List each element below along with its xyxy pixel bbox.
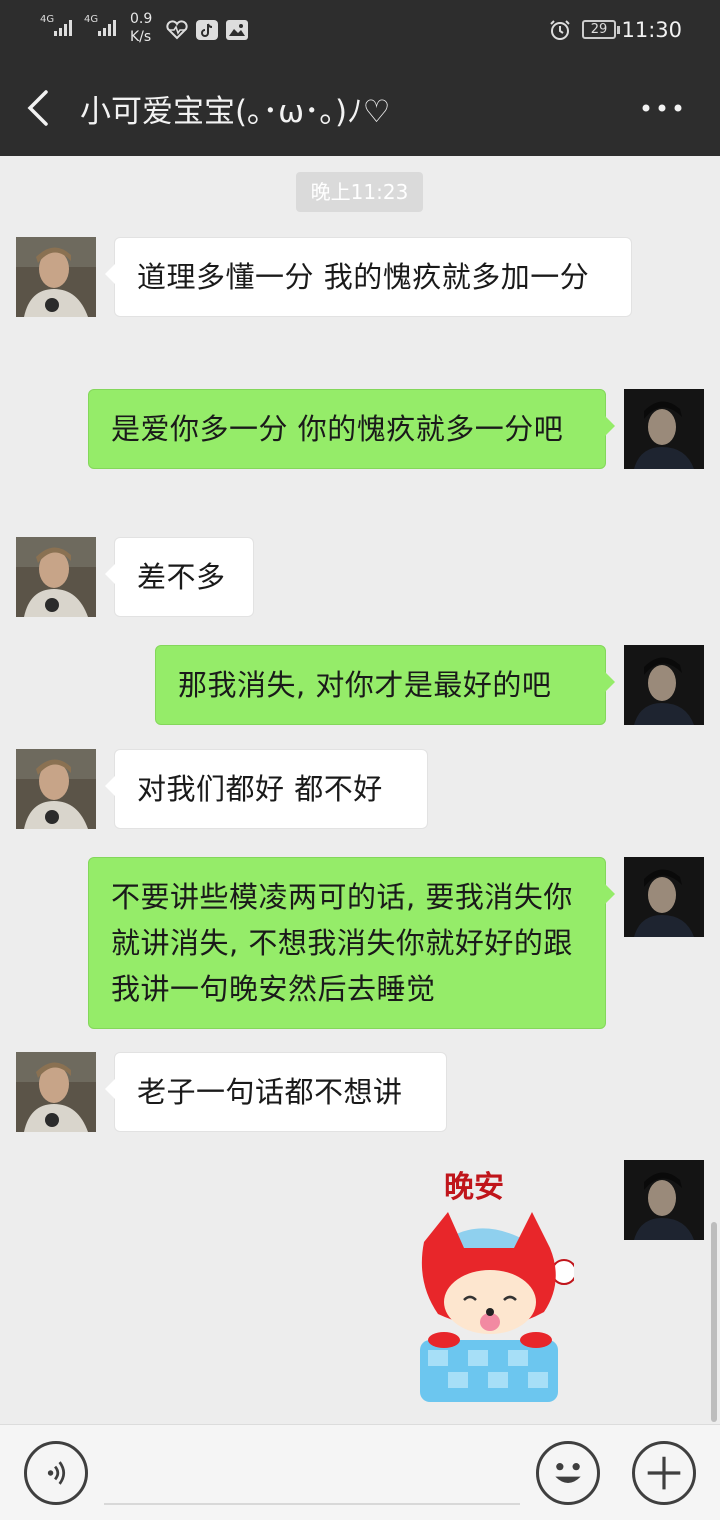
- chat-title: 小可爱宝宝(｡･ω･｡)ﾉ♡: [80, 94, 391, 130]
- incoming-message[interactable]: 道理多懂一分 我的愧疚就多加一分: [105, 237, 632, 317]
- my-avatar[interactable]: [624, 645, 704, 725]
- message-input[interactable]: [104, 1439, 520, 1505]
- scrollbar[interactable]: [711, 1222, 717, 1422]
- outgoing-message[interactable]: 那我消失, 对你才是最好的吧: [155, 645, 615, 725]
- contact-avatar[interactable]: [16, 237, 96, 317]
- chevron-left-icon[interactable]: [24, 88, 54, 128]
- signal-bars-icon: [98, 20, 120, 36]
- signal-bars-icon: [54, 20, 76, 36]
- contact-avatar[interactable]: [16, 537, 96, 617]
- fox-sticker-icon: [420, 1212, 574, 1402]
- status-bar: 4G 4G 0.9 K/s 29 11:30: [0, 0, 720, 60]
- net-speed: 0.9 K/s: [130, 10, 152, 46]
- input-bar: [0, 1424, 720, 1520]
- message-timestamp: 晚上11:23: [296, 172, 423, 212]
- outgoing-message[interactable]: 不要讲些模凌两可的话, 要我消失你就讲消失, 不想我消失你就好好的跟我讲一句晚安…: [88, 857, 615, 1029]
- title-bar: 小可爱宝宝(｡･ω･｡)ﾉ♡: [0, 60, 720, 156]
- gallery-icon: [226, 20, 248, 40]
- plus-icon[interactable]: [632, 1441, 696, 1505]
- outgoing-message[interactable]: 是爱你多一分 你的愧疚就多一分吧: [88, 389, 615, 469]
- incoming-message[interactable]: 差不多: [105, 537, 254, 617]
- contact-avatar[interactable]: [16, 1052, 96, 1132]
- incoming-message[interactable]: 对我们都好 都不好: [105, 749, 428, 829]
- signal-1: 4G: [40, 14, 72, 36]
- my-avatar[interactable]: [624, 389, 704, 469]
- clock: 11:30: [621, 18, 682, 42]
- contact-avatar[interactable]: [16, 749, 96, 829]
- signal-2: 4G: [84, 14, 116, 36]
- tiktok-icon: [196, 20, 218, 40]
- incoming-message[interactable]: 老子一句话都不想讲: [105, 1052, 447, 1132]
- voice-icon[interactable]: [24, 1441, 88, 1505]
- net-speed-value: 0.9: [130, 11, 153, 27]
- emoji-icon[interactable]: [536, 1441, 600, 1505]
- alarm-icon: [550, 20, 570, 40]
- battery-indicator: 29: [582, 20, 620, 39]
- my-avatar[interactable]: [624, 857, 704, 937]
- signal-1-label: 4G: [40, 14, 55, 25]
- heart-rate-icon: [166, 20, 188, 40]
- goodnight-fox-sticker[interactable]: 晚安: [404, 1162, 574, 1402]
- chat-area[interactable]: 晚上11:23 道理多懂一分 我的愧疚就多加一分 是爱你多一分 你的愧疚就多一分…: [0, 156, 720, 1424]
- more-dots-icon[interactable]: [642, 104, 682, 112]
- net-speed-unit: K/s: [130, 29, 152, 45]
- signal-2-label: 4G: [84, 14, 99, 25]
- my-avatar[interactable]: [624, 1160, 704, 1240]
